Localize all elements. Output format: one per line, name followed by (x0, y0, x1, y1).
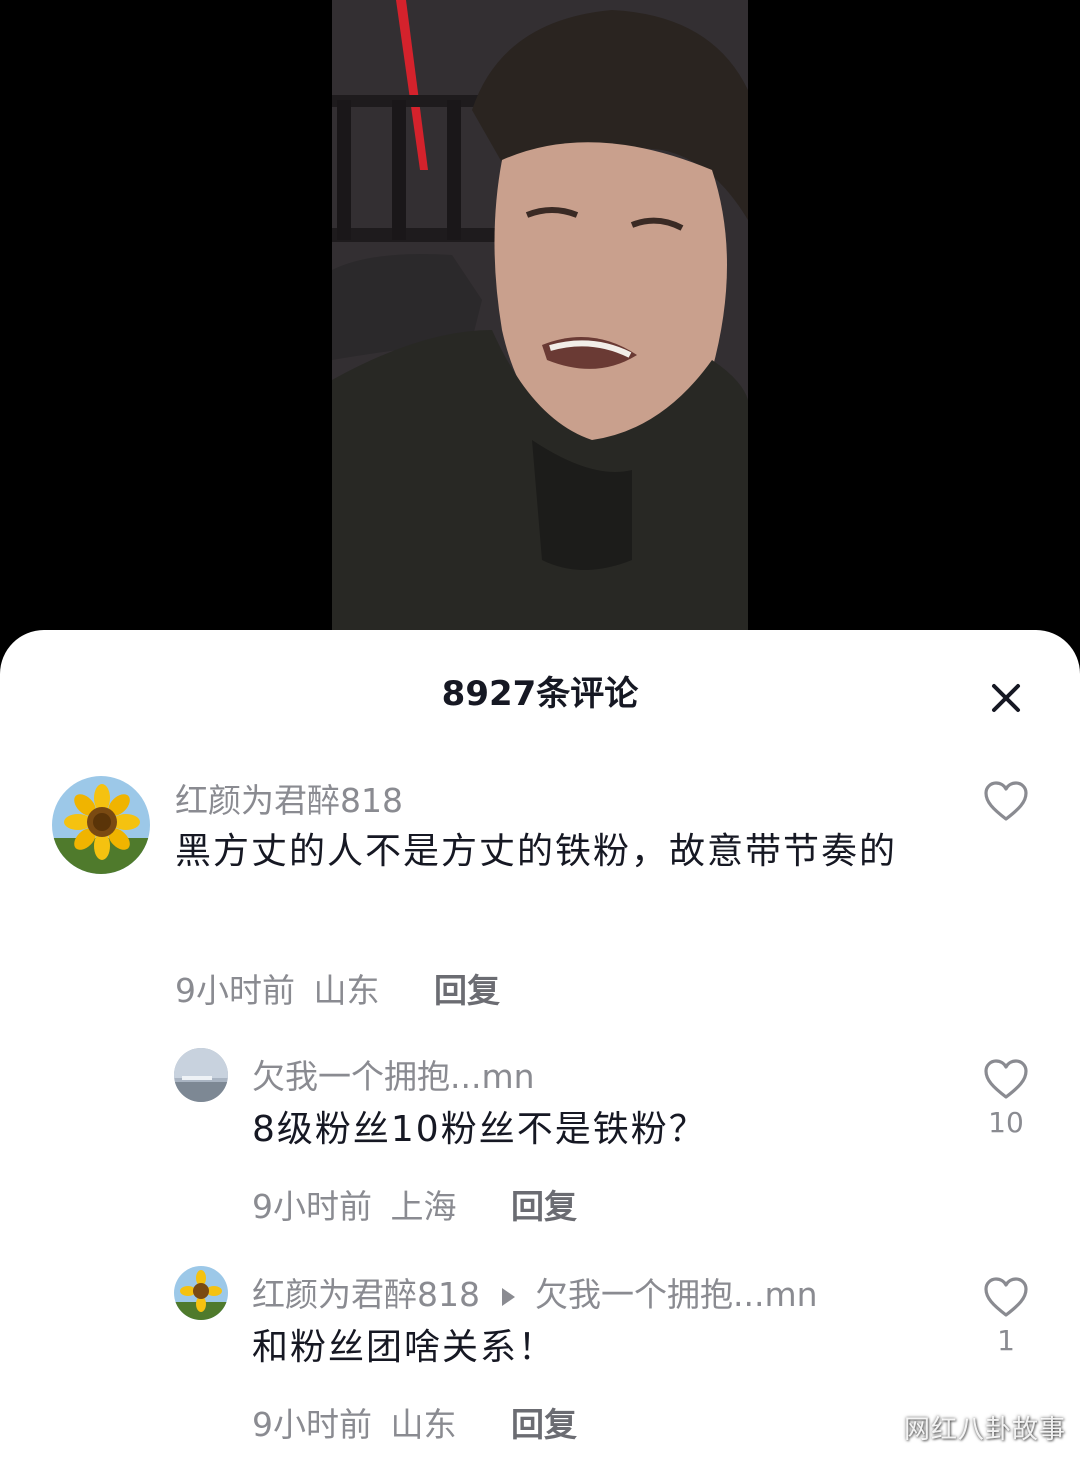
reply-to-username[interactable]: 欠我一个拥抱...mn (535, 1275, 818, 1314)
comment-location: 山东 (313, 971, 380, 1010)
watermark: 网红八卦故事 (903, 1415, 1066, 1445)
reply-button[interactable]: 回复 (511, 1187, 577, 1226)
video-frame-image (332, 0, 748, 640)
comment-count-title: 8927条评论 (441, 674, 639, 714)
comment-text: 黑方丈的人不是方丈的铁粉，故意带节奏的 (175, 831, 898, 872)
comment-username[interactable]: 欠我一个拥抱...mn (252, 1050, 535, 1098)
comment-username[interactable]: 红颜为君醉818 (175, 774, 403, 822)
video-player[interactable] (332, 0, 748, 640)
reply-button[interactable]: 回复 (511, 1405, 577, 1444)
like-count: 10 (988, 1106, 1024, 1139)
like-button[interactable]: 1 (976, 1276, 1036, 1357)
comment-time: 9小时前 (175, 971, 295, 1010)
comment-username[interactable]: 红颜为君醉818 (252, 1275, 480, 1314)
sunflower-avatar-image (52, 776, 150, 874)
screen: 8927条评论 红颜为君醉818 黑方丈的人不是方丈的铁粉，故意带节奏的 9小时… (0, 0, 1080, 1462)
comment-sheet: 8927条评论 红颜为君醉818 黑方丈的人不是方丈的铁粉，故意带节奏的 9小时… (0, 630, 1080, 1462)
sunflower-avatar-image (174, 1266, 228, 1320)
like-count: 1 (997, 1324, 1015, 1357)
comment-username-line: 红颜为君醉818 欠我一个拥抱...mn (252, 1268, 818, 1316)
comment-meta: 9小时前 山东 回复 (252, 1398, 577, 1446)
avatar[interactable] (52, 776, 150, 874)
close-icon (992, 684, 1020, 712)
like-button[interactable] (976, 780, 1036, 826)
like-button[interactable]: 10 (976, 1058, 1036, 1139)
sky-avatar-image (174, 1048, 228, 1102)
comment-location: 上海 (390, 1187, 457, 1226)
heart-outline-icon (984, 1059, 1028, 1099)
heart-outline-icon (984, 781, 1028, 821)
avatar[interactable] (174, 1266, 228, 1320)
comment-meta: 9小时前 上海 回复 (252, 1180, 577, 1228)
reply-button[interactable]: 回复 (434, 971, 500, 1010)
comment-location: 山东 (390, 1405, 457, 1444)
comment-meta: 9小时前 山东 回复 (175, 964, 500, 1012)
close-button[interactable] (978, 670, 1034, 726)
comment-text: 和粉丝团啥关系！ (252, 1327, 557, 1368)
comment-text: 8级粉丝10粉丝不是铁粉？ (252, 1109, 707, 1150)
comment-time: 9小时前 (252, 1187, 372, 1226)
comment-time: 9小时前 (252, 1405, 372, 1444)
avatar[interactable] (174, 1048, 228, 1102)
heart-outline-icon (984, 1277, 1028, 1317)
play-triangle-icon (502, 1287, 515, 1306)
